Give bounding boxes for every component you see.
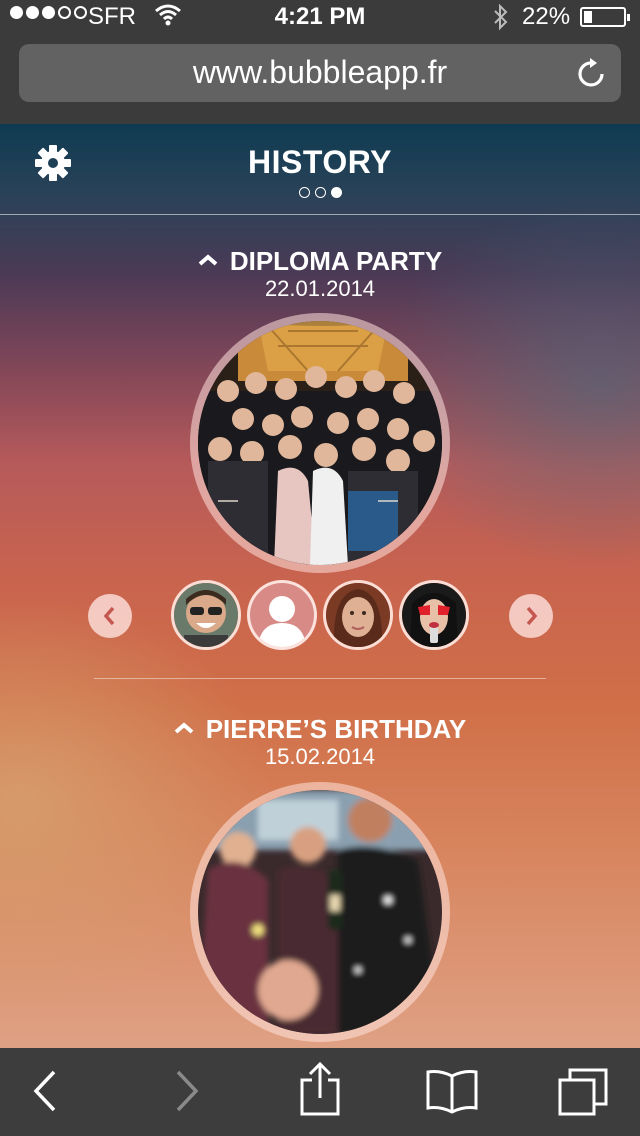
address-bar[interactable]: www.bubbleapp.fr xyxy=(19,44,621,102)
chevron-left-icon xyxy=(103,606,115,626)
party-photo[interactable] xyxy=(198,790,442,1034)
page-title: HISTORY xyxy=(248,144,392,180)
event-title-text: DIPLOMA PARTY xyxy=(229,246,443,276)
previous-button[interactable] xyxy=(88,594,132,638)
chevron-up-icon[interactable] xyxy=(174,710,194,741)
page-dot[interactable] xyxy=(298,187,310,198)
event-title-text: PIERRE’S BIRTHDAY xyxy=(205,714,467,744)
chevron-right-icon xyxy=(526,606,538,626)
event-date: 22.01.2014 xyxy=(264,276,376,301)
url-text[interactable]: www.bubbleapp.fr xyxy=(19,54,621,91)
event-divider xyxy=(94,678,546,679)
chevron-up-icon[interactable] xyxy=(198,242,218,273)
group-photo[interactable] xyxy=(198,321,442,565)
default-avatar[interactable] xyxy=(247,580,317,650)
reload-icon[interactable] xyxy=(577,57,607,94)
browser-toolbar xyxy=(0,1048,640,1136)
forward-icon[interactable] xyxy=(172,1068,202,1119)
bookmarks-icon[interactable] xyxy=(424,1068,480,1121)
page-indicator[interactable] xyxy=(0,187,640,198)
app-header: HISTORY xyxy=(0,124,640,215)
browser-address-area: www.bubbleapp.fr xyxy=(0,34,640,124)
page-dot-active[interactable] xyxy=(330,187,342,198)
event-date: 15.02.2014 xyxy=(264,744,376,769)
tabs-icon[interactable] xyxy=(556,1066,610,1121)
back-icon[interactable] xyxy=(30,1068,60,1119)
share-icon[interactable] xyxy=(298,1061,342,1123)
participant-avatar[interactable] xyxy=(399,580,469,650)
participant-avatar[interactable] xyxy=(323,580,393,650)
event-title[interactable]: PIERRE’S BIRTHDAY xyxy=(0,710,640,745)
battery-percentage: 22% xyxy=(522,3,571,30)
page-dot[interactable] xyxy=(314,187,326,198)
event-title[interactable]: DIPLOMA PARTY xyxy=(0,242,640,277)
app-content: HISTORY DIPLOMA PARTY 22.01.2014 PIERRE’… xyxy=(0,124,640,1048)
event-photo-ring[interactable] xyxy=(190,782,450,1042)
participant-avatar[interactable] xyxy=(171,580,241,650)
status-bar: SFR 4:21 PM 22% xyxy=(0,0,640,34)
event-photo-ring[interactable] xyxy=(190,313,450,573)
battery-icon xyxy=(580,7,630,27)
next-button[interactable] xyxy=(509,594,553,638)
header-divider xyxy=(0,214,640,215)
bluetooth-icon xyxy=(492,3,510,38)
